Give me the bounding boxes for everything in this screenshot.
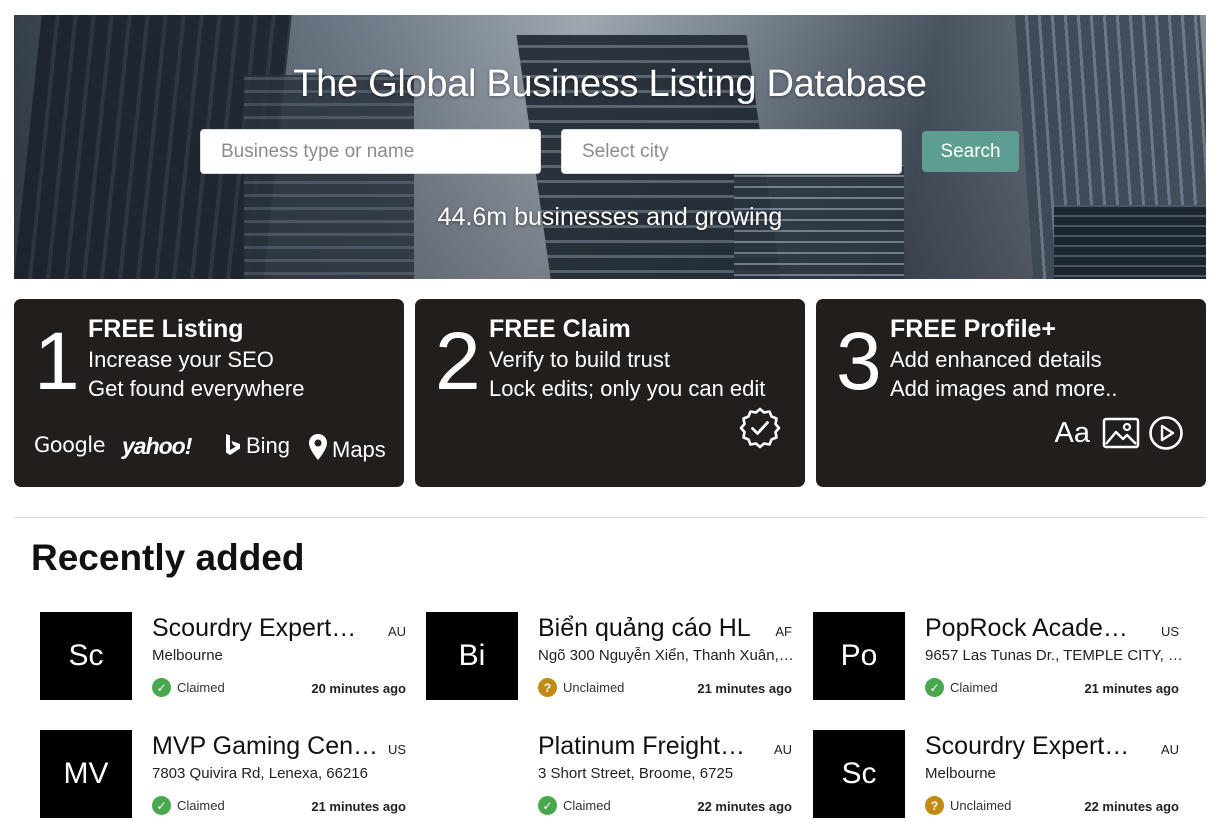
listing-thumbnail: Bi xyxy=(426,612,518,700)
listing-name[interactable]: MVP Gaming Center xyxy=(152,732,382,761)
listing-item[interactable]: Bi Biển quảng cáo HL AF Ngõ 300 Nguyễn X… xyxy=(426,612,796,702)
text-format-icon: Aa xyxy=(1054,416,1090,449)
bing-label: Bing xyxy=(246,433,291,458)
status-label: Claimed xyxy=(177,680,225,695)
maps-logo: Maps xyxy=(308,433,386,463)
listing-thumbnail: Sc xyxy=(813,730,905,818)
map-pin-icon xyxy=(309,434,327,460)
listing-name[interactable]: Scourdry Expert Carpet Cleaning xyxy=(152,614,362,643)
listing-address: Melbourne xyxy=(925,765,996,782)
listing-thumbnail xyxy=(426,730,518,818)
question-icon: ? xyxy=(925,796,944,815)
listing-thumbnail: Po xyxy=(813,612,905,700)
check-icon: ✓ xyxy=(152,678,171,697)
status-label: Unclaimed xyxy=(950,798,1012,813)
listing-time: 21 minutes ago xyxy=(311,799,406,814)
card-title: FREE Profile+ xyxy=(890,315,1057,343)
business-search-input[interactable] xyxy=(200,129,541,174)
check-icon: ✓ xyxy=(538,796,557,815)
listing-status: ✓ Claimed xyxy=(925,678,998,697)
listing-status: ? Unclaimed xyxy=(538,678,624,697)
card-number: 3 xyxy=(836,316,882,407)
listing-thumbnail: MV xyxy=(40,730,132,818)
listing-status: ✓ Claimed xyxy=(538,796,611,815)
bing-icon xyxy=(226,434,240,455)
listing-status: ? Unclaimed xyxy=(925,796,1011,815)
listing-address: 9657 Las Tunas Dr., TEMPLE CITY, 91780 xyxy=(925,647,1183,664)
free-profile-plus-card[interactable]: 3 FREE Profile+ Add enhanced details Add… xyxy=(816,299,1206,487)
city-select-input[interactable] xyxy=(561,129,902,174)
image-icon xyxy=(1102,417,1140,449)
status-label: Claimed xyxy=(177,798,225,813)
card-number: 2 xyxy=(435,316,481,407)
listing-time: 21 minutes ago xyxy=(697,681,792,696)
card-line: Increase your SEO xyxy=(88,347,274,372)
listing-address: 7803 Quivira Rd, Lenexa, 66216 xyxy=(152,765,368,782)
card-line: Add images and more.. xyxy=(890,376,1118,401)
listing-name[interactable]: Scourdry Expert Carpet Cleaning xyxy=(925,732,1135,761)
listing-time: 20 minutes ago xyxy=(311,681,406,696)
listing-name[interactable]: Biển quảng cáo HL xyxy=(538,614,768,643)
listing-name[interactable]: PopRock Academy of Music xyxy=(925,614,1135,643)
card-line: Lock edits; only you can edit xyxy=(489,376,766,401)
bing-logo: Bing xyxy=(224,433,290,459)
section-divider xyxy=(14,517,1206,518)
card-line: Add enhanced details xyxy=(890,347,1102,372)
listing-address: 3 Short Street, Broome, 6725 xyxy=(538,765,734,782)
free-listing-card[interactable]: 1 FREE Listing Increase your SEO Get fou… xyxy=(14,299,404,487)
listing-item[interactable]: MV MVP Gaming Center US 7803 Quivira Rd,… xyxy=(40,730,410,820)
listing-country: US xyxy=(387,742,406,757)
recently-added-heading: Recently added xyxy=(31,537,305,578)
card-title: FREE Claim xyxy=(489,315,631,343)
verified-badge-icon xyxy=(739,407,781,449)
listing-status: ✓ Claimed xyxy=(152,678,225,697)
listing-country: AU xyxy=(1160,742,1179,757)
maps-label: Maps xyxy=(332,437,386,462)
google-logo: Google xyxy=(34,433,106,457)
search-button[interactable]: Search xyxy=(922,131,1019,172)
check-icon: ✓ xyxy=(152,796,171,815)
card-line: Verify to build trust xyxy=(489,347,670,372)
listing-item[interactable]: Po PopRock Academy of Music US 9657 Las … xyxy=(813,612,1183,702)
listing-country: AU xyxy=(387,624,406,639)
listing-time: 22 minutes ago xyxy=(697,799,792,814)
status-label: Claimed xyxy=(950,680,998,695)
listing-country: AU xyxy=(773,742,792,757)
listing-item[interactable]: Sc Scourdry Expert Carpet Cleaning AU Me… xyxy=(813,730,1183,820)
card-line: Get found everywhere xyxy=(88,376,305,401)
hero-title: The Global Business Listing Database xyxy=(293,63,927,105)
listing-country: AF xyxy=(775,624,792,639)
check-icon: ✓ xyxy=(925,678,944,697)
business-count: 44.6m businesses and growing xyxy=(437,203,783,231)
listing-address: Melbourne xyxy=(152,647,223,664)
listing-address: Ngõ 300 Nguyễn Xiển, Thanh Xuân, Hà Nội xyxy=(538,647,796,664)
listing-name[interactable]: Platinum Freight Services xyxy=(538,732,748,761)
status-label: Unclaimed xyxy=(563,680,625,695)
listing-country: US xyxy=(1160,624,1179,639)
listing-item[interactable]: Sc Scourdry Expert Carpet Cleaning AU Me… xyxy=(40,612,410,702)
listing-time: 22 minutes ago xyxy=(1084,799,1179,814)
listing-time: 21 minutes ago xyxy=(1084,681,1179,696)
listing-status: ✓ Claimed xyxy=(152,796,225,815)
free-claim-card[interactable]: 2 FREE Claim Verify to build trust Lock … xyxy=(415,299,805,487)
question-icon: ? xyxy=(538,678,557,697)
media-feature-icons: Aa xyxy=(1055,413,1184,453)
yahoo-logo: yahoo! xyxy=(122,433,192,459)
card-number: 1 xyxy=(34,316,80,407)
search-engine-logos: Google yahoo! Bing Maps xyxy=(34,429,394,465)
listing-thumbnail: Sc xyxy=(40,612,132,700)
listing-item[interactable]: Platinum Freight Services AU 3 Short Str… xyxy=(426,730,796,820)
card-title: FREE Listing xyxy=(88,315,244,343)
play-icon xyxy=(1149,416,1183,450)
hero-banner: The Global Business Listing Database Sea… xyxy=(14,15,1206,279)
status-label: Claimed xyxy=(563,798,611,813)
